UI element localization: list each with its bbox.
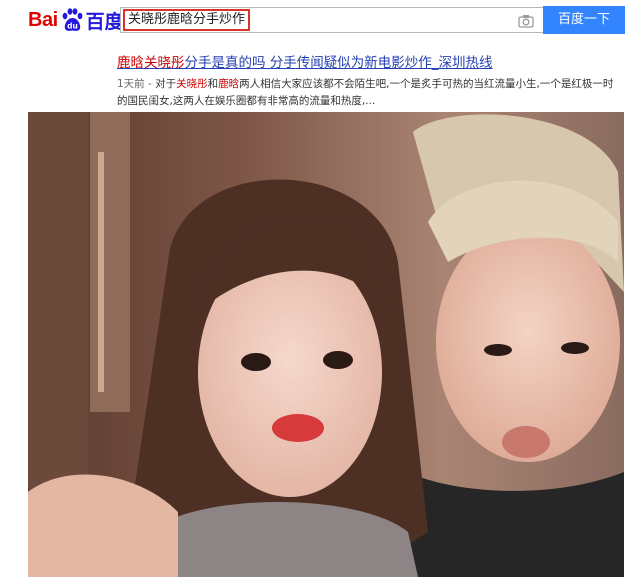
title-keyword-2: 关晓彤 xyxy=(144,55,185,71)
camera-icon[interactable] xyxy=(518,13,534,28)
result-snippet: 1天前 - 对于关晓彤和鹿晗两人相信大家应该都不会陌生吧,一个是炙手可热的当红流… xyxy=(117,76,617,110)
title-keyword-1: 鹿晗 xyxy=(117,55,144,71)
result-date: 1天前 - xyxy=(117,78,156,90)
logo-text-baidu: 百度 xyxy=(85,10,124,33)
result-photo[interactable] xyxy=(28,112,624,577)
title-rest: 分手是真的吗 分手传闻疑似为新电影炒作_深圳热线 xyxy=(184,55,493,71)
svg-text:du: du xyxy=(67,22,78,31)
paw-icon: du xyxy=(59,7,85,33)
snippet-keyword-2: 鹿晗 xyxy=(218,78,240,90)
result-title-link[interactable]: 鹿晗关晓彤分手是真的吗 分手传闻疑似为新电影炒作_深圳热线 xyxy=(117,54,493,72)
search-button[interactable]: 百度一下 xyxy=(543,6,625,34)
snippet-part-1: 对于 xyxy=(155,78,177,90)
baidu-search-page: Bai du 百度 关晓彤鹿晗分手炒作 百度一下 鹿晗关晓彤分手是真的吗 分手传… xyxy=(0,0,640,577)
baidu-logo[interactable]: Bai du 百度 xyxy=(28,6,124,34)
logo-text-bai: Bai xyxy=(28,8,58,31)
search-box[interactable]: 关晓彤鹿晗分手炒作 xyxy=(120,7,544,33)
snippet-keyword-1: 关晓彤 xyxy=(176,78,208,90)
header: Bai du 百度 关晓彤鹿晗分手炒作 百度一下 xyxy=(0,0,640,40)
search-input[interactable]: 关晓彤鹿晗分手炒作 xyxy=(123,9,251,31)
snippet-part-2: 和 xyxy=(207,78,219,90)
